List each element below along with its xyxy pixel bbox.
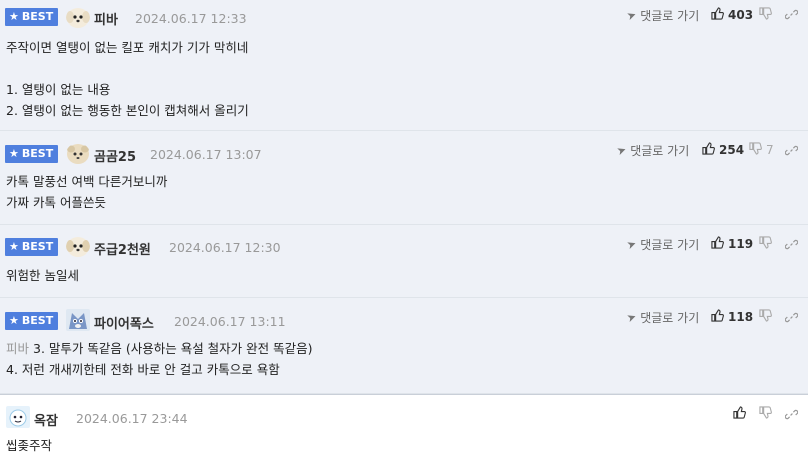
link-icon[interactable] bbox=[784, 309, 799, 328]
nickname[interactable]: 곰곰25 bbox=[94, 146, 136, 165]
link-icon[interactable] bbox=[784, 406, 799, 425]
comment-line: 카톡 말풍선 여백 다른거보니까 bbox=[6, 174, 168, 189]
comment-date: 2024.06.17 12:30 bbox=[169, 240, 281, 255]
downvote-count: 7 bbox=[766, 143, 774, 157]
upvote-button[interactable]: 118 bbox=[711, 309, 753, 325]
comment-date: 2024.06.17 13:07 bbox=[150, 147, 262, 162]
avatar[interactable] bbox=[66, 7, 90, 29]
go-to-reply-link[interactable]: ➤ 댓글로 가기 bbox=[625, 236, 700, 253]
best-badge: ★ BEST bbox=[5, 145, 59, 163]
best-badge: ★ BEST bbox=[5, 312, 59, 330]
best-badge-label: BEST bbox=[21, 147, 54, 160]
link-icon[interactable] bbox=[784, 142, 799, 161]
upvote-button[interactable]: 119 bbox=[711, 236, 753, 252]
comment-item: ★ BEST 피바 2024.06.17 12:33 ➤ 댓글로 가기 403 bbox=[0, 0, 808, 131]
thumbs-up-icon bbox=[711, 309, 724, 325]
nickname[interactable]: 주급2천원 bbox=[94, 239, 151, 258]
comment-line: 씹좆주작 bbox=[6, 438, 53, 453]
comment-line: 가짜 카톡 어플쓴듯 bbox=[6, 195, 106, 210]
downvote-button[interactable]: 7 bbox=[749, 142, 774, 158]
comment-item: ★ BEST 곰곰25 2024.06.17 13:07 ➤ 댓글로 가기 25… bbox=[0, 131, 808, 225]
comment-date: 2024.06.17 12:33 bbox=[135, 11, 247, 26]
comment-line: 2. 열탱이 없는 행동한 본인이 캡쳐해서 올리기 bbox=[6, 103, 249, 118]
upvote-count: 254 bbox=[719, 143, 745, 157]
thumbs-up-icon bbox=[711, 236, 724, 252]
avatar[interactable] bbox=[66, 236, 90, 258]
comment-body: 주작이면 열탱이 없는 킬포 캐치가 기가 막히네 1. 열탱이 없는 내용 2… bbox=[6, 37, 249, 121]
upvote-count: 118 bbox=[728, 310, 754, 324]
comment-line: 피바 3. 말투가 똑같음 (사용하는 욕설 철자가 완전 똑같음) bbox=[6, 338, 313, 359]
go-to-reply-link[interactable]: ➤ 댓글로 가기 bbox=[625, 7, 700, 24]
comment-line bbox=[6, 58, 249, 79]
comment-list: ★ BEST 피바 2024.06.17 12:33 ➤ 댓글로 가기 403 bbox=[0, 0, 808, 466]
comment-body: 씹좆주작 bbox=[6, 435, 52, 456]
comment-body: 피바 3. 말투가 똑같음 (사용하는 욕설 철자가 완전 똑같음) 4. 저런… bbox=[6, 338, 313, 380]
best-badge: ★ BEST bbox=[5, 238, 59, 256]
nickname[interactable]: 파이어폭스 bbox=[94, 313, 154, 332]
comment-line: 4. 저런 개새끼한테 전화 바로 안 걸고 카톡으로 욕함 bbox=[6, 362, 280, 377]
thumbs-down-icon bbox=[759, 406, 772, 422]
comment-item: ★ BEST 주급2천원 2024.06.17 12:30 ➤ 댓글로 가기 1… bbox=[0, 225, 808, 298]
comment-line: 위험한 놈일세 bbox=[6, 268, 79, 283]
downvote-button[interactable] bbox=[759, 406, 776, 422]
link-icon[interactable] bbox=[784, 6, 799, 25]
reply-label: 댓글로 가기 bbox=[640, 311, 700, 325]
link-icon[interactable] bbox=[784, 236, 799, 255]
best-badge-label: BEST bbox=[21, 314, 54, 327]
reply-label: 댓글로 가기 bbox=[640, 238, 700, 252]
thumbs-down-icon bbox=[749, 142, 762, 158]
paper-plane-icon: ➤ bbox=[625, 236, 639, 253]
upvote-button[interactable]: 254 bbox=[702, 142, 744, 158]
star-icon: ★ bbox=[9, 10, 19, 23]
thumbs-up-icon bbox=[702, 142, 715, 158]
star-icon: ★ bbox=[9, 240, 19, 253]
downvote-button[interactable] bbox=[759, 309, 776, 325]
quoted-nickname[interactable]: 피바 bbox=[6, 341, 29, 356]
comment-item: ★ BEST 파이어폭스 2024.06.17 13:11 ➤ 댓글로 가기 1… bbox=[0, 298, 808, 394]
avatar[interactable] bbox=[66, 309, 90, 331]
comment-date: 2024.06.17 13:11 bbox=[174, 314, 286, 329]
comment-body: 카톡 말풍선 여백 다른거보니까 가짜 카톡 어플쓴듯 bbox=[6, 171, 167, 213]
comment-date: 2024.06.17 23:44 bbox=[76, 411, 188, 426]
reply-label: 댓글로 가기 bbox=[630, 144, 690, 158]
downvote-button[interactable] bbox=[759, 7, 776, 23]
nickname[interactable]: 옥잠 bbox=[34, 410, 58, 429]
paper-plane-icon: ➤ bbox=[615, 142, 629, 159]
star-icon: ★ bbox=[9, 314, 19, 327]
avatar[interactable] bbox=[6, 406, 30, 428]
reply-label: 댓글로 가기 bbox=[640, 9, 700, 23]
downvote-button[interactable] bbox=[759, 236, 776, 252]
upvote-count: 403 bbox=[728, 8, 754, 22]
upvote-button[interactable] bbox=[733, 406, 750, 422]
comment-line: 주작이면 열탱이 없는 킬포 캐치가 기가 막히네 bbox=[6, 40, 249, 55]
thumbs-down-icon bbox=[759, 309, 772, 325]
thumbs-down-icon bbox=[759, 236, 772, 252]
best-badge-label: BEST bbox=[21, 240, 54, 253]
go-to-reply-link[interactable]: ➤ 댓글로 가기 bbox=[615, 142, 690, 159]
paper-plane-icon: ➤ bbox=[625, 309, 639, 326]
best-badge: ★ BEST bbox=[5, 8, 59, 26]
comment-body: 위험한 놈일세 bbox=[6, 265, 79, 286]
comment-line-text: 3. 말투가 똑같음 (사용하는 욕설 철자가 완전 똑같음) bbox=[33, 341, 313, 356]
nickname[interactable]: 피바 bbox=[94, 9, 118, 28]
best-badge-label: BEST bbox=[21, 10, 54, 23]
go-to-reply-link[interactable]: ➤ 댓글로 가기 bbox=[625, 309, 700, 326]
thumbs-down-icon bbox=[759, 7, 772, 23]
thumbs-up-icon bbox=[711, 7, 724, 23]
avatar[interactable] bbox=[66, 143, 90, 165]
upvote-button[interactable]: 403 bbox=[711, 7, 753, 23]
comment-item: 옥잠 2024.06.17 23:44 씹좆주작 bbox=[0, 394, 808, 466]
comment-line: 1. 열탱이 없는 내용 bbox=[6, 82, 111, 97]
star-icon: ★ bbox=[9, 147, 19, 160]
thumbs-up-icon bbox=[733, 406, 746, 422]
paper-plane-icon: ➤ bbox=[625, 7, 639, 24]
upvote-count: 119 bbox=[728, 237, 754, 251]
